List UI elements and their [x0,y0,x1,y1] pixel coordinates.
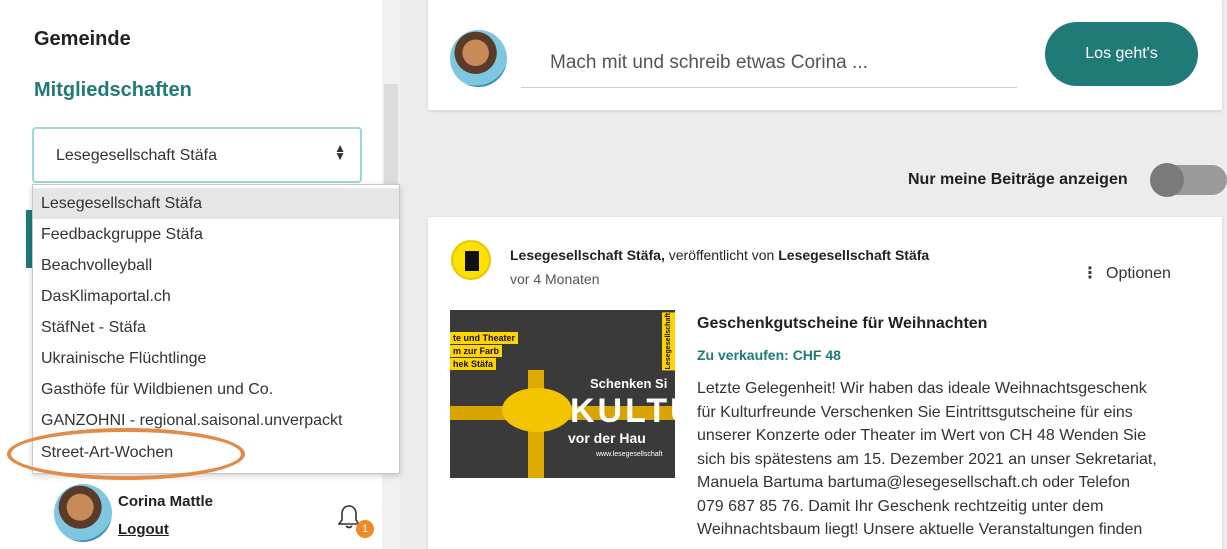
post-org-name[interactable]: Lesegesellschaft Stäfa, [510,247,665,263]
composer-avatar [450,30,507,87]
dropdown-option[interactable]: Lesegesellschaft Stäfa [33,188,399,219]
start-post-button[interactable]: Los geht's [1045,22,1198,86]
dropdown-option[interactable]: Beachvolleyball [33,250,399,281]
image-kultur: KULTU [570,392,675,430]
post-body-line: sich bis spätestens am 15. Dezember 2021… [697,450,1157,468]
user-avatar[interactable] [54,484,112,542]
image-tag: te und Theater [450,332,519,344]
more-vertical-icon: ⋮ [1082,265,1098,282]
image-tag: hek Stäfa [450,358,497,370]
my-posts-toggle-knob[interactable] [1150,163,1184,197]
image-headline: Schenken Si [590,376,668,391]
sidebar-scrollbar-thumb[interactable] [384,84,398,194]
dropdown-option[interactable]: Gasthöfe für Wildbienen und Co. [33,374,399,405]
image-side-label: Lesegesellschaft [662,312,675,371]
memberships-title: Mitgliedschaften [34,79,192,101]
dropdown-option[interactable]: Ukrainische Flüchtlinge [33,343,399,374]
post-body-line: 079 687 85 76. Damit Ihr Geschenk rechtz… [697,497,1104,515]
post-body: Letzte Gelegenheit! Wir haben das ideale… [697,377,1197,542]
post-body-line: für Kulturfreunde Verschenken Sie Eintri… [697,403,1133,421]
post-body-line: unserer Konzerte oder Theater im Wert vo… [697,427,1147,444]
annotation-highlight-ring [7,428,245,480]
section-title-gemeinde: Gemeinde [34,28,131,50]
notification-badge: 1 [356,520,374,538]
image-url: www.lesegesellschaft [596,451,663,458]
post-options-button[interactable]: ⋮ Optionen [1082,263,1171,283]
user-name: Corina Mattle [118,493,214,510]
post-published-by: veröffentlicht von [664,247,779,263]
post-time: vor 4 Monaten [510,271,600,287]
post-image[interactable]: te und Theater m zur Farb hek Stäfa Lese… [450,310,675,478]
dropdown-option[interactable]: StäfNet - Stäfa [33,312,399,343]
membership-select[interactable]: Lesegesellschaft Stäfa ▲ ▼ [32,127,362,183]
image-tag: m zur Farb [450,345,503,357]
post-body-line: Letzte Gelegenheit! Wir haben das ideale… [697,380,1147,397]
post-title[interactable]: Geschenkgutscheine für Weihnachten [697,315,987,333]
membership-select-value: Lesegesellschaft Stäfa [56,147,217,164]
image-subline: vor der Hau [568,430,646,446]
post-body-line: Weihnachtsbaum liegt! Unsere aktuelle Ve… [697,521,1143,538]
org-logo[interactable] [451,240,491,280]
post-body-line: Manuela Bartuma bartuma@lesegesellschaft… [697,474,1131,491]
post-options-label: Optionen [1106,265,1171,282]
my-posts-toggle-label: Nur meine Beiträge anzeigen [908,171,1128,188]
composer-placeholder[interactable]: Mach mit und schreib etwas Corina ... [550,52,868,74]
post-price: Zu verkaufen: CHF 48 [697,347,841,363]
post-meta: Lesegesellschaft Stäfa, veröffentlicht v… [510,247,929,263]
gift-bow [502,388,572,432]
org-logo-mark [465,251,479,271]
logout-link[interactable]: Logout [118,521,169,538]
post-publisher[interactable]: Lesegesellschaft Stäfa [778,247,929,263]
dropdown-option[interactable]: Feedbackgruppe Stäfa [33,219,399,250]
dropdown-option[interactable]: DasKlimaportal.ch [33,281,399,312]
select-arrows-icon: ▲ ▼ [334,141,346,163]
